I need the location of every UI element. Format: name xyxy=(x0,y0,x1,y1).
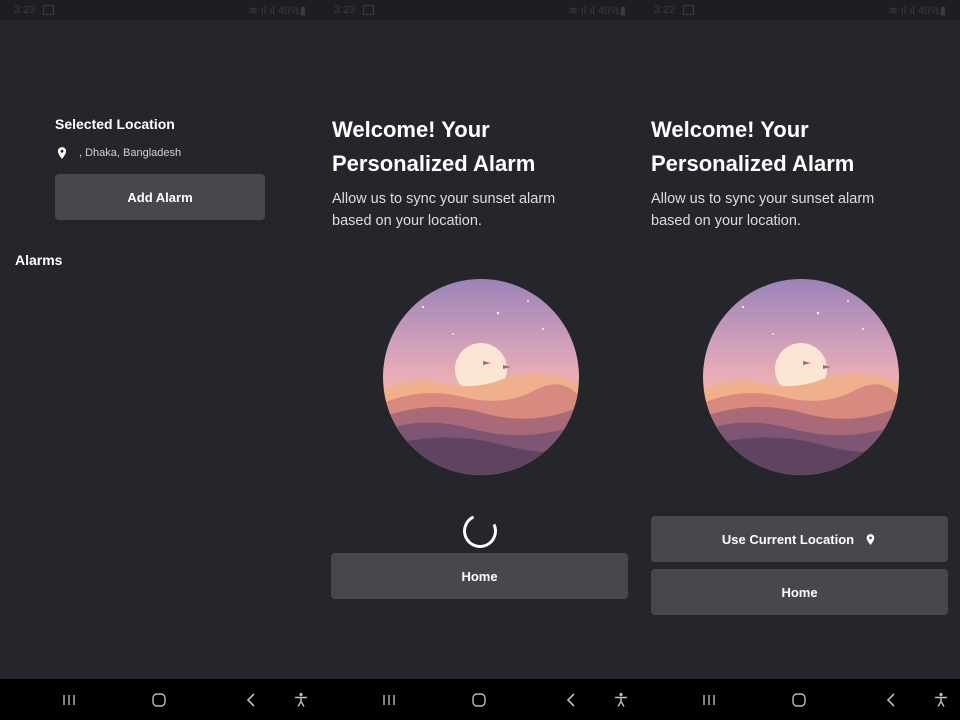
welcome-description: Allow us to sync your sunset alarm based… xyxy=(332,189,555,232)
recents-icon xyxy=(63,695,75,705)
location-row: , Dhaka, Bangladesh xyxy=(55,145,181,161)
status-bar: 3:23 ≋ ıl ıl 40%▮ xyxy=(0,0,320,20)
screen-selected-location: 3:23 ≋ ıl ıl 40%▮ Selected Location , Dh… xyxy=(0,0,320,720)
desc-line-2: based on your location. xyxy=(651,212,801,229)
battery-level: 40% xyxy=(277,5,300,17)
recents-button[interactable] xyxy=(698,689,720,711)
system-nav-bar xyxy=(0,679,320,720)
alarms-heading: Alarms xyxy=(15,252,63,268)
back-button[interactable] xyxy=(880,689,902,711)
use-current-location-button[interactable]: Use Current Location xyxy=(651,516,948,562)
welcome-title: Welcome! Your Personalized Alarm xyxy=(651,113,854,181)
gallery-notification-icon xyxy=(363,5,374,15)
home-nav-icon xyxy=(152,693,166,707)
status-time: 3:23 xyxy=(14,4,36,16)
back-button[interactable] xyxy=(560,689,582,711)
signal-icon: ıl ıl xyxy=(580,5,595,17)
back-icon xyxy=(886,693,895,707)
location-pin-icon xyxy=(866,533,875,545)
battery-level: 40% xyxy=(597,5,620,17)
back-button[interactable] xyxy=(240,689,262,711)
status-right: ≋ ıl ıl 40%▮ xyxy=(889,4,947,17)
battery-icon: ▮ xyxy=(939,5,946,17)
desc-line-1: Allow us to sync your sunset alarm xyxy=(332,191,556,207)
welcome-title: Welcome! Your Personalized Alarm xyxy=(332,113,535,181)
wifi-icon: ≋ xyxy=(248,5,258,17)
sunset-illustration xyxy=(383,279,579,475)
home-nav-button[interactable] xyxy=(468,689,490,711)
status-right: ≋ ıl ıl 40%▮ xyxy=(569,4,627,17)
loading-spinner xyxy=(458,509,502,553)
screen-welcome-loading: 3:23 ≋ ıl ıl 40%▮ Welcome! Your Personal… xyxy=(320,0,640,720)
accessibility-button[interactable] xyxy=(610,689,632,711)
signal-icon: ıl ıl xyxy=(260,5,275,17)
home-nav-icon xyxy=(792,693,806,707)
accessibility-icon xyxy=(295,692,307,707)
recents-icon xyxy=(703,695,715,705)
accessibility-icon xyxy=(615,692,627,707)
use-location-label: Use Current Location xyxy=(721,531,855,547)
home-nav-icon xyxy=(472,693,486,707)
recents-button[interactable] xyxy=(378,689,400,711)
status-right: ≋ ıl ıl 40%▮ xyxy=(249,4,307,17)
status-bar: 3:23 ≋ ıl ıl 40%▮ xyxy=(320,0,640,20)
status-time: 3:22 xyxy=(654,4,676,16)
back-icon xyxy=(246,693,255,707)
location-pin-icon xyxy=(57,147,67,159)
home-button[interactable]: Home xyxy=(331,553,628,599)
back-icon xyxy=(566,693,575,707)
gallery-notification-icon xyxy=(683,5,694,15)
system-nav-bar xyxy=(640,679,960,720)
welcome-line-2: Personalized Alarm xyxy=(651,151,855,176)
system-nav-bar xyxy=(320,679,640,720)
welcome-line-1: Welcome! Your xyxy=(332,117,490,142)
battery-level: 40% xyxy=(917,5,940,17)
status-time: 3:23 xyxy=(334,4,356,16)
gallery-notification-icon xyxy=(43,5,54,15)
wifi-icon: ≋ xyxy=(568,5,578,17)
accessibility-button[interactable] xyxy=(290,689,312,711)
desc-line-1: Allow us to sync your sunset alarm xyxy=(651,191,875,207)
home-nav-button[interactable] xyxy=(788,689,810,711)
recents-icon xyxy=(383,695,395,705)
screen-welcome-location: 3:22 ≋ ıl ıl 40%▮ Welcome! Your Personal… xyxy=(640,0,960,720)
signal-icon: ıl ıl xyxy=(900,5,915,17)
location-text: , Dhaka, Bangladesh xyxy=(79,147,182,159)
recents-button[interactable] xyxy=(58,689,80,711)
desc-line-2: based on your location. xyxy=(332,212,482,229)
accessibility-button[interactable] xyxy=(930,689,952,711)
accessibility-icon xyxy=(935,692,947,707)
sunset-illustration xyxy=(703,279,899,475)
home-button[interactable]: Home xyxy=(651,569,948,615)
welcome-line-2: Personalized Alarm xyxy=(332,151,536,176)
status-bar: 3:22 ≋ ıl ıl 40%▮ xyxy=(640,0,960,20)
battery-icon: ▮ xyxy=(299,5,306,17)
selected-location-title: Selected Location xyxy=(55,116,175,132)
battery-icon: ▮ xyxy=(619,5,626,17)
welcome-description: Allow us to sync your sunset alarm based… xyxy=(651,189,874,232)
wifi-icon: ≋ xyxy=(888,5,898,17)
welcome-line-1: Welcome! Your xyxy=(651,117,809,142)
home-nav-button[interactable] xyxy=(148,689,170,711)
add-alarm-button[interactable]: Add Alarm xyxy=(55,174,265,220)
